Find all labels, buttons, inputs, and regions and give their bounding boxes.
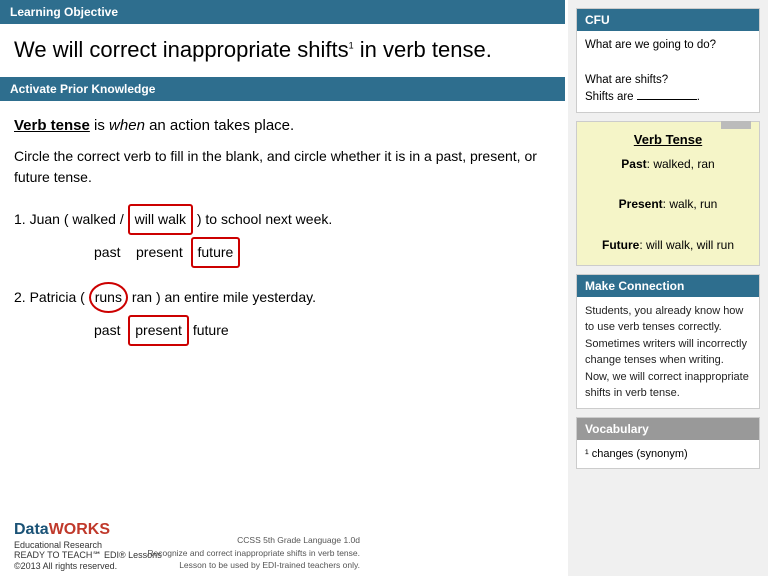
cfu-box: CFU What are we going to do? What are sh… — [576, 8, 760, 113]
vt-present-label: Present — [619, 197, 663, 211]
exercise-1-tense: past present future — [94, 237, 551, 268]
ex1-answer: will walk — [128, 204, 193, 235]
learning-objective-banner: Learning Objective — [0, 0, 565, 24]
exercise-2-line: 2. Patricia ( runs ran ) an entire mile … — [14, 282, 551, 313]
vt-future-row: Future: will walk, will run — [585, 236, 751, 255]
vt-past-row: Past: walked, ran — [585, 155, 751, 174]
section-content: Verb tense is when an action takes place… — [0, 111, 565, 367]
vocabulary-header: Vocabulary — [577, 418, 759, 440]
main-content: Learning Objective We will correct inapp… — [0, 0, 565, 576]
exercise-1: 1. Juan ( walked / will walk ) to school… — [14, 204, 551, 268]
verb-tense-bold: Verb tense — [14, 117, 90, 134]
vt-future-label: Future — [602, 238, 639, 252]
exercise-2: 2. Patricia ( runs ran ) an entire mile … — [14, 282, 551, 346]
main-heading: We will correct inappropriate shifts1 in… — [0, 24, 565, 77]
dataworks-brand: DataWORKS — [14, 520, 162, 539]
verb-tense-is: is — [94, 117, 109, 134]
apk-label: Activate Prior Knowledge — [10, 82, 155, 96]
vt-present-row: Present: walk, run — [585, 195, 751, 214]
vt-past-value: : walked, ran — [647, 157, 715, 171]
main-heading-text: We will correct inappropriate shifts1 in… — [14, 37, 492, 62]
cfu-blank — [637, 99, 697, 100]
apk-banner: Activate Prior Knowledge — [0, 77, 565, 101]
verb-tense-card-title: Verb Tense — [585, 130, 751, 151]
ex2-past: past — [94, 322, 128, 338]
vocabulary-body: ¹ changes (synonym) — [577, 440, 759, 469]
make-connection-body: Students, you already know how to use ve… — [577, 297, 759, 408]
ex2-post: ran ) an entire mile yesterday. — [128, 289, 316, 305]
instruction-content: Circle the correct verb to fill in the b… — [14, 148, 537, 185]
learning-objective-label: Learning Objective — [10, 5, 118, 19]
verb-tense-intro: Verb tense is when an action takes place… — [14, 117, 551, 134]
verb-tense-card: Verb Tense Past: walked, ran Present: wa… — [576, 121, 760, 266]
ex2-number: 2. Patricia ( — [14, 289, 89, 305]
exercise-1-line: 1. Juan ( walked / will walk ) to school… — [14, 204, 551, 235]
ex2-future: future — [189, 322, 229, 338]
footer-right: CCSS 5th Grade Language 1.0d Recognize a… — [147, 534, 360, 572]
verb-tense-card-tab — [721, 121, 751, 129]
footer-line3: Lesson to be used by EDI-trained teacher… — [147, 559, 360, 572]
sup-1: 1 — [349, 41, 354, 51]
instruction-text: Circle the correct verb to fill in the b… — [14, 146, 551, 188]
dataworks-logo: DataWORKS Educational Research READY TO … — [14, 520, 162, 572]
cfu-line1: What are we going to do? — [585, 37, 751, 54]
verb-tense-when: when — [109, 117, 145, 134]
vt-past-label: Past — [621, 157, 646, 171]
cfu-line2: What are shifts? — [585, 72, 751, 89]
footer-line1: CCSS 5th Grade Language 1.0d — [147, 534, 360, 547]
ex2-present: present — [128, 315, 189, 346]
cfu-line3: Shifts are . — [585, 89, 751, 106]
vocabulary-box: Vocabulary ¹ changes (synonym) — [576, 417, 760, 470]
ex1-past: past present — [94, 244, 191, 260]
data-part: Data — [14, 521, 49, 538]
dataworks-sub2: READY TO TEACH℠ EDI® Lessons — [14, 550, 162, 561]
ex2-answer: runs — [89, 282, 128, 313]
works-part: WORKS — [49, 521, 110, 538]
dataworks-brand-text: DataWORKS — [14, 521, 110, 538]
vt-present-value: : walk, run — [663, 197, 718, 211]
cfu-shifts-text: Shifts are — [585, 91, 637, 103]
exercise-2-tense: past present future — [94, 315, 551, 346]
dataworks-sub3: ©2013 All rights reserved. — [14, 561, 162, 572]
ex1-post: ) to school next week. — [193, 211, 332, 227]
footer-line2: Recognize and correct inappropriate shif… — [147, 547, 360, 560]
cfu-period: . — [697, 91, 700, 103]
cfu-header: CFU — [577, 9, 759, 31]
verb-tense-end: an action takes place. — [149, 117, 294, 134]
ex1-number: 1. Juan ( walked / — [14, 211, 128, 227]
sidebar: CFU What are we going to do? What are sh… — [568, 0, 768, 576]
dataworks-sub1: Educational Research — [14, 540, 162, 551]
ex1-future: future — [191, 237, 241, 268]
make-connection-box: Make Connection Students, you already kn… — [576, 274, 760, 409]
vt-future-value: : will walk, will run — [639, 238, 734, 252]
make-connection-header: Make Connection — [577, 275, 759, 297]
cfu-body: What are we going to do? What are shifts… — [577, 31, 759, 112]
